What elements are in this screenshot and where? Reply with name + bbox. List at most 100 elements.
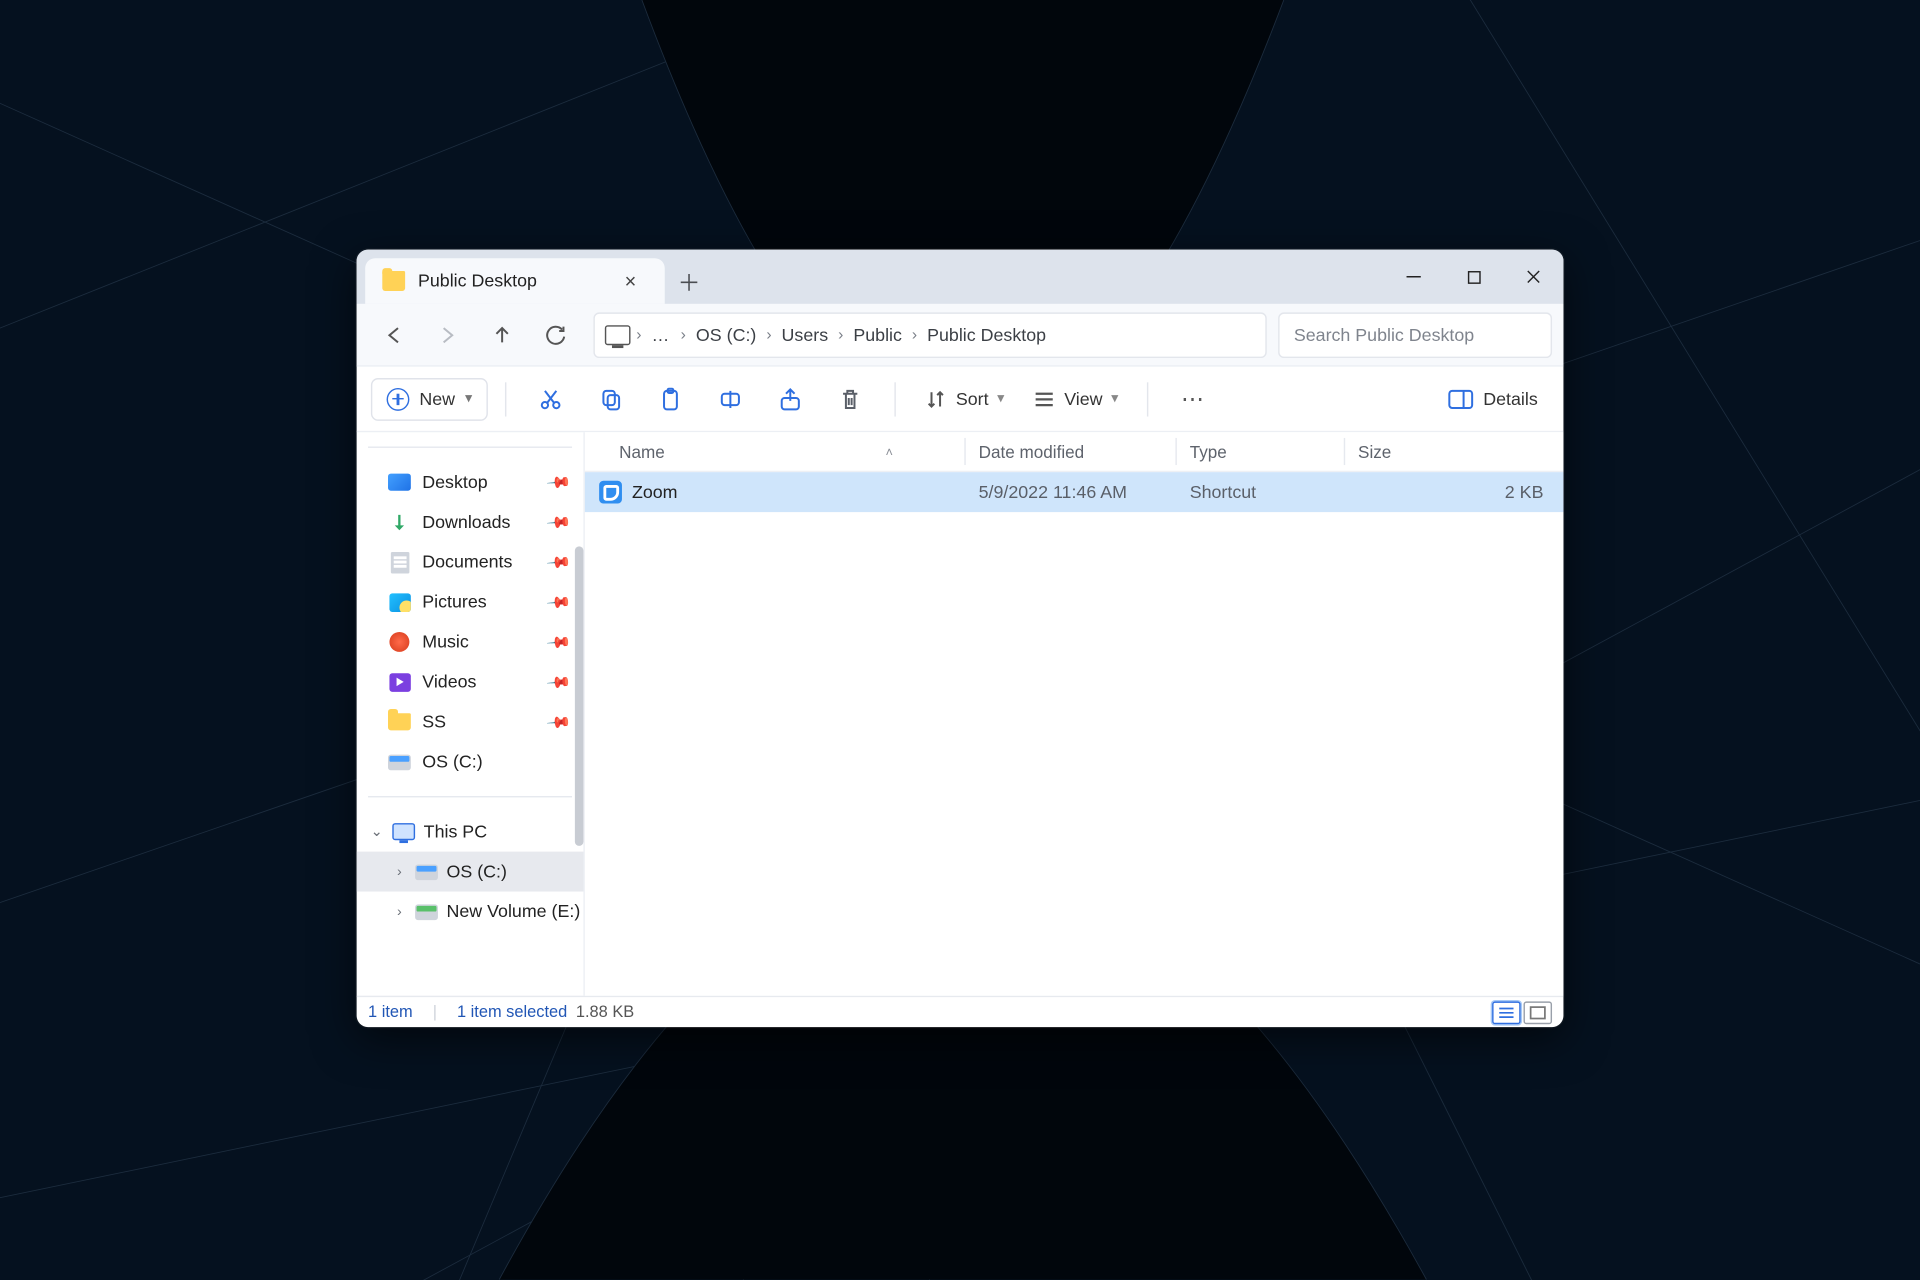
details-view-button[interactable]	[1492, 1001, 1521, 1024]
sidebar-label: Desktop	[422, 472, 487, 492]
explorer-body: Desktop 📌 ⭣ Downloads 📌 Documents 📌 Pict…	[357, 432, 1564, 995]
back-button[interactable]	[368, 313, 419, 356]
file-row[interactable]: Zoom 5/9/2022 11:46 AM Shortcut 2 KB	[585, 472, 1564, 512]
breadcrumb-osc[interactable]: OS (C:)	[687, 325, 765, 345]
sidebar-item-ss[interactable]: SS 📌	[357, 702, 584, 742]
address-bar[interactable]: › … › OS (C:) › Users › Public › Public …	[593, 312, 1266, 358]
path-overflow-icon[interactable]: …	[643, 325, 679, 345]
file-name: Zoom	[632, 482, 678, 502]
chevron-right-icon[interactable]: ›	[837, 326, 845, 343]
column-header-date[interactable]: Date modified	[964, 432, 1175, 471]
cut-button[interactable]	[524, 377, 578, 420]
sidebar-item-osc-pinned[interactable]: OS (C:)	[357, 742, 584, 782]
sort-label: Sort	[956, 389, 989, 409]
share-button[interactable]	[763, 377, 817, 420]
document-icon	[388, 551, 411, 574]
plus-circle-icon	[387, 387, 410, 410]
pin-icon: 📌	[546, 629, 573, 656]
close-button[interactable]	[1504, 250, 1564, 304]
tab-public-desktop[interactable]: Public Desktop ×	[365, 258, 665, 304]
pin-icon: 📌	[546, 708, 573, 735]
sidebar-scrollbar[interactable]	[575, 546, 584, 846]
drive-icon	[415, 860, 438, 883]
breadcrumb-users[interactable]: Users	[773, 325, 837, 345]
file-list-pane: Name ˄ Date modified Type Size Zoom 5/9/…	[585, 432, 1564, 995]
column-header-size[interactable]: Size	[1344, 432, 1564, 471]
chevron-right-icon[interactable]: ›	[388, 864, 411, 880]
refresh-button[interactable]	[531, 313, 582, 356]
chevron-right-icon[interactable]: ›	[910, 326, 918, 343]
chevron-right-icon[interactable]: ›	[635, 326, 643, 343]
up-button[interactable]	[476, 313, 527, 356]
breadcrumb-public[interactable]: Public	[845, 325, 911, 345]
more-button[interactable]: ⋯	[1165, 377, 1219, 420]
desktop-wallpaper: Public Desktop × ＋	[0, 0, 1920, 1280]
status-bar: 1 item | 1 item selected 1.88 KB	[357, 996, 1564, 1027]
view-label: View	[1064, 389, 1102, 409]
sidebar-label: Pictures	[422, 592, 486, 612]
sidebar-item-desktop[interactable]: Desktop 📌	[357, 462, 584, 502]
sidebar-label: Music	[422, 632, 469, 652]
sidebar-label: Documents	[422, 552, 512, 572]
drive-icon	[415, 900, 438, 923]
sidebar-item-downloads[interactable]: ⭣ Downloads 📌	[357, 502, 584, 542]
download-icon: ⭣	[388, 511, 411, 534]
chevron-right-icon[interactable]: ›	[388, 904, 411, 920]
forward-button[interactable]	[422, 313, 473, 356]
status-item-count: 1 item	[368, 1004, 413, 1021]
sort-button[interactable]: Sort ▾	[913, 377, 1016, 420]
details-label: Details	[1483, 389, 1538, 409]
details-pane-button[interactable]: Details	[1436, 377, 1549, 420]
new-button[interactable]: New ▾	[371, 377, 488, 420]
column-header-name[interactable]: Name ˄	[585, 432, 964, 471]
pin-icon: 📌	[546, 469, 573, 496]
file-date: 5/9/2022 11:46 AM	[964, 482, 1175, 502]
delete-button[interactable]	[823, 377, 877, 420]
search-box[interactable]	[1278, 312, 1552, 358]
maximize-button[interactable]	[1444, 250, 1504, 304]
thumbnails-view-button[interactable]	[1524, 1001, 1553, 1024]
sidebar-label: OS (C:)	[422, 752, 482, 772]
tree-this-pc[interactable]: ⌄ This PC	[357, 812, 584, 852]
navigation-pane: Desktop 📌 ⭣ Downloads 📌 Documents 📌 Pict…	[357, 432, 585, 995]
file-type: Shortcut	[1175, 482, 1343, 502]
chevron-right-icon[interactable]: ›	[765, 326, 773, 343]
sidebar-label: SS	[422, 712, 446, 732]
tree-label: New Volume (E:)	[446, 902, 580, 922]
tree-osc[interactable]: › OS (C:)	[357, 852, 584, 892]
new-tab-button[interactable]: ＋	[665, 258, 714, 304]
chevron-down-icon: ▾	[465, 391, 472, 407]
drive-icon	[388, 750, 411, 773]
chevron-down-icon: ▾	[1111, 391, 1118, 407]
pin-icon: 📌	[546, 509, 573, 536]
status-selected-size: 1.88 KB	[576, 1004, 634, 1021]
tree-new-volume[interactable]: › New Volume (E:)	[357, 892, 584, 932]
pictures-icon	[388, 591, 411, 614]
chevron-right-icon[interactable]: ›	[679, 326, 687, 343]
chevron-down-icon[interactable]: ⌄	[365, 824, 388, 840]
sidebar-item-music[interactable]: Music 📌	[357, 622, 584, 662]
status-selected: 1 item selected	[457, 1004, 567, 1021]
sort-asc-icon: ˄	[885, 444, 893, 458]
video-icon	[388, 670, 411, 693]
sidebar-item-documents[interactable]: Documents 📌	[357, 542, 584, 582]
sidebar-label: Videos	[422, 672, 476, 692]
sidebar-item-videos[interactable]: Videos 📌	[357, 662, 584, 702]
minimize-button[interactable]	[1384, 250, 1444, 304]
tab-close-button[interactable]: ×	[611, 270, 651, 293]
sidebar-label: Downloads	[422, 512, 510, 532]
sidebar-item-pictures[interactable]: Pictures 📌	[357, 582, 584, 622]
copy-button[interactable]	[584, 377, 638, 420]
folder-icon	[388, 710, 411, 733]
desktop-icon	[388, 471, 411, 494]
pc-icon	[392, 820, 415, 843]
view-button[interactable]: View ▾	[1021, 377, 1129, 420]
breadcrumb-public-desktop[interactable]: Public Desktop	[919, 325, 1055, 345]
pin-icon: 📌	[546, 668, 573, 695]
search-input[interactable]	[1294, 325, 1537, 345]
zoom-app-icon	[599, 481, 622, 504]
new-label: New	[419, 389, 455, 409]
rename-button[interactable]	[703, 377, 757, 420]
paste-button[interactable]	[643, 377, 697, 420]
column-header-type[interactable]: Type	[1175, 432, 1343, 471]
